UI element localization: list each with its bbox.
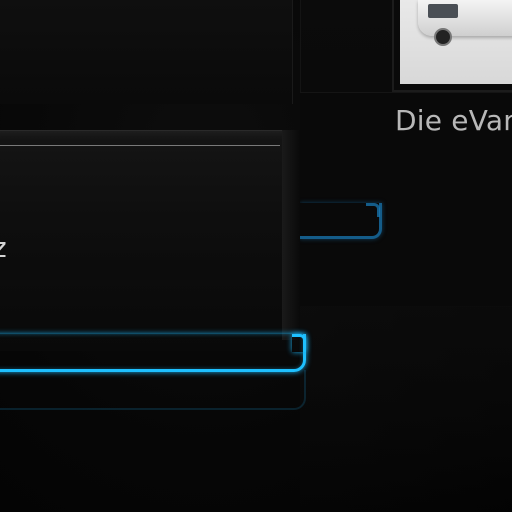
app-screen: Die eVan z: [0, 0, 512, 512]
van-wheel-icon: [434, 28, 452, 46]
focus-glow-reflection: [0, 370, 306, 410]
floor-reflection: [300, 306, 512, 512]
van-image: [400, 0, 512, 84]
selected-tile-top-highlight: [0, 145, 280, 146]
selected-tile[interactable]: z: [0, 130, 300, 360]
tile-glow-frame-secondary-corner: [366, 203, 380, 217]
selected-tile-label: z: [0, 231, 7, 264]
evan-tile-thumbnail[interactable]: [392, 0, 512, 92]
van-window: [428, 4, 458, 18]
selected-tile-face: z: [0, 130, 300, 351]
focus-glow-frame-corner: [292, 334, 306, 352]
background-tile-top[interactable]: [0, 0, 293, 104]
evan-tile-label[interactable]: Die eVan: [395, 104, 512, 137]
focus-glow-frame: [0, 334, 306, 372]
selected-tile-side: [282, 130, 300, 340]
